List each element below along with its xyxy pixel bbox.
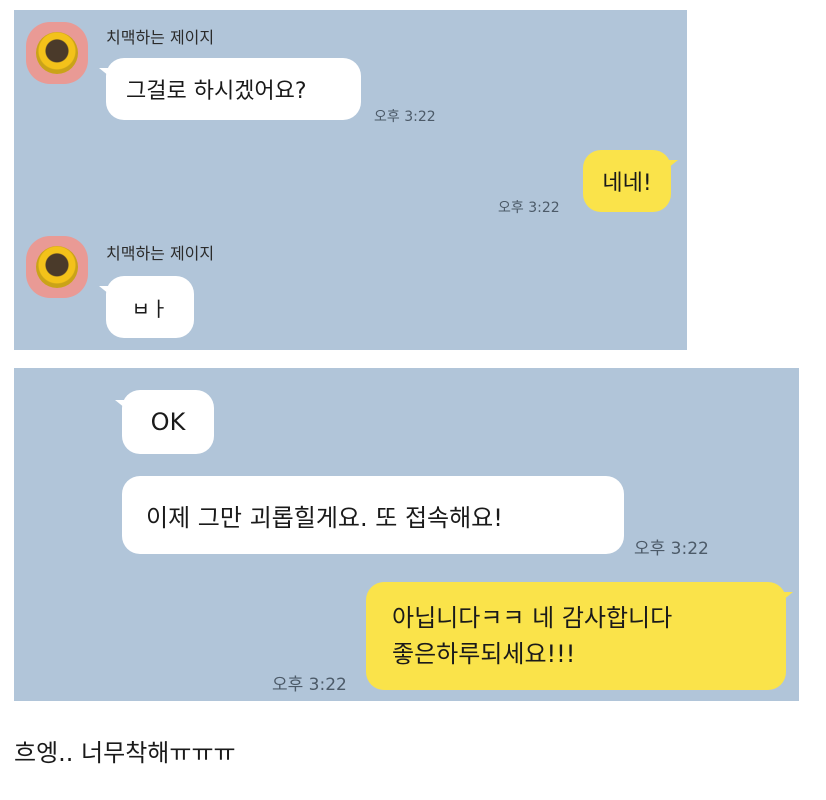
message-text: ㅂㅏ — [131, 296, 169, 321]
message-text: 이제 그만 괴롭힐게요. 또 접속해요! — [146, 503, 503, 532]
message-time: 오후 3:22 — [634, 539, 709, 559]
incoming-message[interactable]: OK — [115, 390, 214, 454]
message-text: 그걸로 하시겠어요? — [126, 79, 307, 104]
message-text-line-1: 아닙니다ㅋㅋ 네 감사합니다 — [392, 604, 673, 632]
incoming-message[interactable]: 그걸로 하시겠어요? — [99, 58, 361, 120]
avatar[interactable] — [26, 22, 88, 84]
chat-screenshot-1: 치맥하는 제이지 그걸로 하시겠어요? 오후 3:22 네네! 오후 3:22 … — [14, 10, 687, 350]
message-text-line-2: 좋은하루되세요!!! — [392, 640, 576, 668]
avatar[interactable] — [26, 236, 88, 298]
message-time: 오후 3:22 — [498, 200, 560, 216]
message-text: OK — [150, 408, 186, 436]
sender-name: 치맥하는 제이지 — [106, 28, 215, 47]
yellow-character-avatar-icon — [36, 246, 78, 288]
post-caption: 흐엥.. 너무착해ㅠㅠㅠ — [14, 739, 236, 767]
incoming-message[interactable]: ㅂㅏ — [99, 276, 194, 338]
sender-name: 치맥하는 제이지 — [106, 244, 215, 263]
yellow-character-avatar-icon — [36, 32, 78, 74]
outgoing-message[interactable]: 아닙니다ㅋㅋ 네 감사합니다 좋은하루되세요!!! — [366, 582, 793, 690]
incoming-message[interactable]: 이제 그만 괴롭힐게요. 또 접속해요! — [122, 476, 624, 554]
outgoing-message[interactable]: 네네! — [583, 150, 678, 212]
message-text: 네네! — [602, 171, 652, 196]
message-time: 오후 3:22 — [272, 675, 347, 695]
message-time: 오후 3:22 — [374, 109, 436, 125]
chat-screenshot-2: OK 이제 그만 괴롭힐게요. 또 접속해요! 오후 3:22 아닙니다ㅋㅋ 네… — [14, 368, 799, 701]
